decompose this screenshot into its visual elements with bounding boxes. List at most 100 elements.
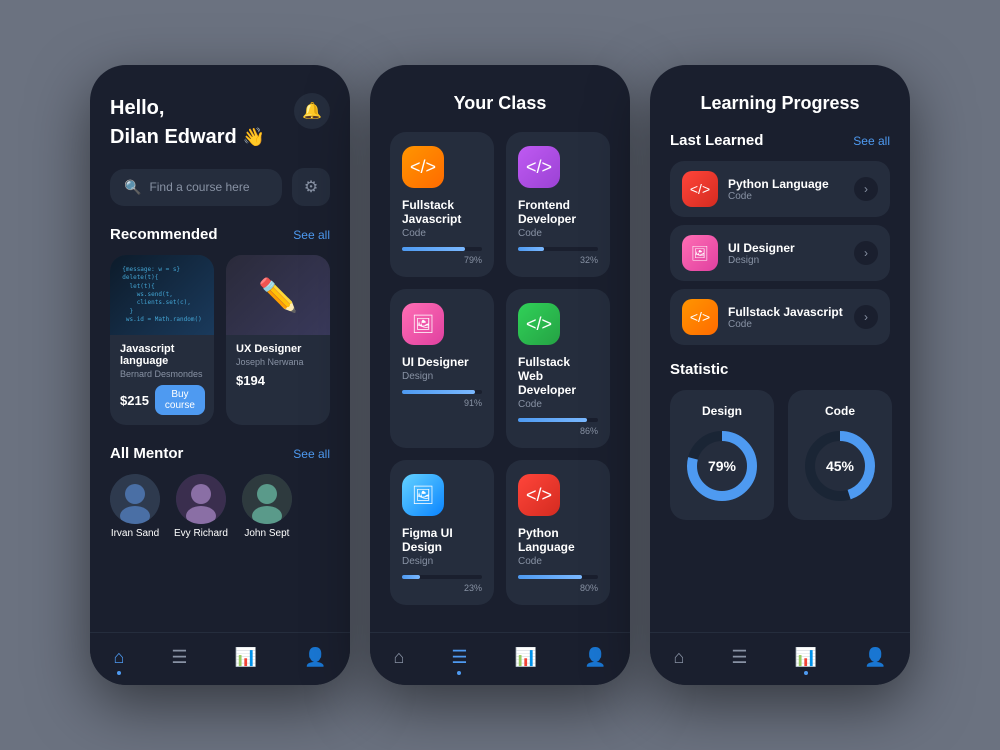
- last-learned-see-all[interactable]: See all: [853, 134, 890, 148]
- class-name-2: UI Designer: [402, 355, 482, 369]
- class-card-0[interactable]: </> Fullstack Javascript Code 79%: [390, 132, 494, 277]
- mentor-irvan-avatar: [110, 474, 160, 524]
- class-card-3[interactable]: </> Fullstack Web Developer Code 86%: [506, 289, 610, 448]
- ll-python-text: Python Language Code: [728, 177, 844, 202]
- progress-bg-0: [402, 247, 482, 251]
- class-cat-2: Design: [402, 371, 482, 382]
- greeting-text: Hello, Dilan Edward 👋: [110, 93, 265, 150]
- nav2-list[interactable]: ☰: [451, 647, 467, 675]
- python-lang-icon: </>: [518, 474, 560, 516]
- rec-card-2-image: ✏️: [226, 255, 330, 335]
- progress-pct-2: 91%: [402, 398, 482, 408]
- nav-profile[interactable]: 👤: [304, 647, 326, 675]
- mentor-evy[interactable]: Evy Richard: [174, 474, 228, 539]
- rec-card-2-title: UX Designer: [236, 343, 320, 355]
- rec-card-2[interactable]: ✏️ UX Designer Joseph Nerwana $194: [226, 255, 330, 425]
- mentor-john[interactable]: John Sept: [242, 474, 292, 539]
- stats3-icon: 📊: [795, 647, 817, 668]
- donut-code-pct: 45%: [826, 458, 854, 474]
- list-icon: ☰: [171, 647, 187, 668]
- profile2-icon: 👤: [584, 647, 606, 668]
- progress-pct-1: 32%: [518, 255, 598, 265]
- mentor-irvan-name: Irvan Sand: [111, 528, 159, 539]
- progress-pct-0: 79%: [402, 255, 482, 265]
- ll-fullstack-arrow[interactable]: ›: [854, 305, 878, 329]
- bell-icon[interactable]: 🔔: [294, 93, 330, 129]
- mentor-title: All Mentor: [110, 445, 183, 462]
- rec-card-1[interactable]: {message: w = s} delete(t){ let(t){ ws.s…: [110, 255, 214, 425]
- mentor-irvan[interactable]: Irvan Sand: [110, 474, 160, 539]
- class-name-5: Python Language: [518, 526, 598, 554]
- nav2-home[interactable]: ⌂: [394, 647, 405, 675]
- ll-item-python[interactable]: </> Python Language Code ›: [670, 161, 890, 217]
- nav3-stats[interactable]: 📊: [795, 647, 817, 675]
- ll-python-icon: </>: [682, 171, 718, 207]
- mentor-evy-avatar: [176, 474, 226, 524]
- class-cat-1: Code: [518, 228, 598, 239]
- rec-card-1-price: $215: [120, 393, 149, 408]
- nav-stats[interactable]: 📊: [235, 647, 257, 675]
- mentor-see-all[interactable]: See all: [293, 447, 330, 461]
- last-learned-header: Last Learned See all: [670, 132, 890, 149]
- rec-card-2-body: UX Designer Joseph Nerwana $194: [226, 335, 330, 398]
- recommended-see-all[interactable]: See all: [293, 228, 330, 242]
- progress-bg-5: [518, 575, 598, 579]
- ui-designer-icon: 🖼: [402, 303, 444, 345]
- nav3-list[interactable]: ☰: [731, 647, 747, 675]
- mentor-john-name: John Sept: [244, 528, 289, 539]
- nav3-home[interactable]: ⌂: [674, 647, 685, 675]
- class-card-2[interactable]: 🖼 UI Designer Design 91%: [390, 289, 494, 448]
- last-learned-section: Last Learned See all </> Python Language…: [670, 132, 890, 345]
- statistic-section: Statistic Design 79% Code: [670, 361, 890, 520]
- rec-card-2-author: Joseph Nerwana: [236, 357, 320, 367]
- phone3-title: Learning Progress: [670, 93, 890, 114]
- progress-fill-2: [402, 390, 475, 394]
- ll-item-fullstack[interactable]: </> Fullstack Javascript Code ›: [670, 289, 890, 345]
- class-name-3: Fullstack Web Developer: [518, 355, 598, 397]
- fullstack-js-icon: </>: [402, 146, 444, 188]
- nav2-stats[interactable]: 📊: [515, 647, 537, 675]
- buy-course-button[interactable]: Buy course: [155, 385, 205, 415]
- phone-1: Hello, Dilan Edward 👋 🔔 🔍 Find a course …: [90, 65, 350, 685]
- class-card-4[interactable]: 🖼 Figma UI Design Design 23%: [390, 460, 494, 605]
- rec-card-1-title: Javascript language: [120, 343, 204, 367]
- stat-card-design: Design 79%: [670, 390, 774, 520]
- recommended-cards: {message: w = s} delete(t){ let(t){ ws.s…: [110, 255, 330, 425]
- donut-design: 79%: [682, 426, 762, 506]
- mentor-header: All Mentor See all: [110, 445, 330, 462]
- list2-icon: ☰: [451, 647, 467, 668]
- progress-pct-5: 80%: [518, 583, 598, 593]
- mentor-row: Irvan Sand Evy Richard John Sept: [110, 474, 330, 539]
- fullstack-web-icon: </>: [518, 303, 560, 345]
- progress-fill-3: [518, 418, 587, 422]
- progress-fill-1: [518, 247, 544, 251]
- greeting-block: Hello, Dilan Edward 👋: [110, 93, 265, 150]
- class-name-4: Figma UI Design: [402, 526, 482, 554]
- stat-card-code: Code 45%: [788, 390, 892, 520]
- ll-ui-arrow[interactable]: ›: [854, 241, 878, 265]
- class-name-1: Frontend Developer: [518, 198, 598, 226]
- list3-icon: ☰: [731, 647, 747, 668]
- nav-list[interactable]: ☰: [171, 647, 187, 675]
- class-card-5[interactable]: </> Python Language Code 80%: [506, 460, 610, 605]
- ll-fullstack-text: Fullstack Javascript Code: [728, 305, 844, 330]
- search-input[interactable]: 🔍 Find a course here: [110, 169, 282, 206]
- statistic-title: Statistic: [670, 361, 890, 378]
- home-icon: ⌂: [114, 647, 125, 668]
- phone1-bottom-nav: ⌂ ☰ 📊 👤: [90, 632, 350, 685]
- nav3-profile[interactable]: 👤: [864, 647, 886, 675]
- profile-icon: 👤: [304, 647, 326, 668]
- rec-card-1-body: Javascript language Bernard Desmondes $2…: [110, 335, 214, 425]
- class-card-1[interactable]: </> Frontend Developer Code 32%: [506, 132, 610, 277]
- progress-bg-2: [402, 390, 482, 394]
- ll-item-ui[interactable]: 🖼 UI Designer Design ›: [670, 225, 890, 281]
- progress-fill-0: [402, 247, 465, 251]
- class-cat-3: Code: [518, 399, 598, 410]
- filter-button[interactable]: ⚙: [292, 168, 330, 206]
- nav2-profile[interactable]: 👤: [584, 647, 606, 675]
- progress-bg-1: [518, 247, 598, 251]
- class-cat-4: Design: [402, 556, 482, 567]
- ll-python-arrow[interactable]: ›: [854, 177, 878, 201]
- nav-home[interactable]: ⌂: [114, 647, 125, 675]
- class-cat-0: Code: [402, 228, 482, 239]
